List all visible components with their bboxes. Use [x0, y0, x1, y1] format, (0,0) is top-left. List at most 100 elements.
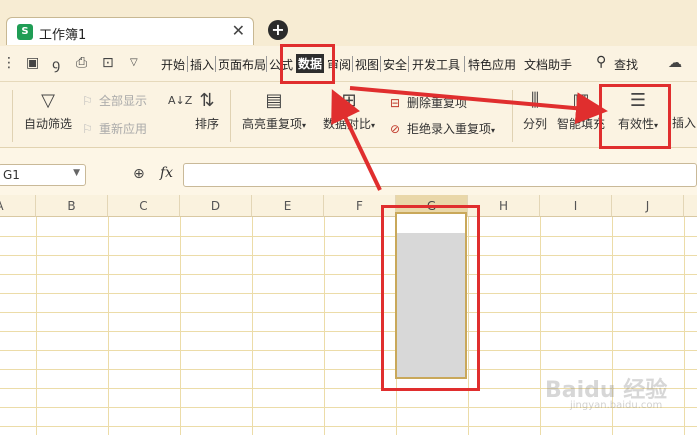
dropdown-caret: ▾: [302, 121, 307, 130]
highlight-duplicates-label: 高亮重复项: [241, 117, 302, 131]
highlight-box-selection: [381, 205, 480, 391]
sort-az-glyph: A↓Z: [168, 94, 193, 107]
menu-developer-tools[interactable]: 开发工具: [412, 56, 460, 73]
grid-horizontal-line: [0, 312, 697, 313]
tab-title: 工作簿1: [39, 28, 87, 43]
title-bar: S 工作簿1 ✕ +: [0, 0, 697, 46]
highlight-duplicates-button[interactable]: ▤ 高亮重复项▾: [238, 90, 310, 132]
name-box[interactable]: G1 ▼: [0, 164, 86, 186]
grid-vertical-line: [108, 217, 109, 435]
grid-vertical-line: [684, 217, 685, 435]
sort-az-icon[interactable]: A↓Z: [168, 90, 193, 115]
highlight-box-validity: [599, 84, 671, 149]
print-icon[interactable]: ⎙: [76, 55, 87, 71]
auto-filter-button[interactable]: ▽ 自动筛选: [22, 90, 74, 132]
menu-separator: [352, 56, 353, 72]
column-header-c[interactable]: C: [108, 195, 180, 217]
column-header-b[interactable]: B: [36, 195, 108, 217]
data-ribbon: ▽ 自动筛选 ⚐ 全部显示 ⚐ 重新应用 A↓Z ⇅ 排序 ▤ 高亮重复项▾ ⊞ 数…: [0, 82, 697, 148]
grid-vertical-line: [324, 217, 325, 435]
column-header-e[interactable]: E: [252, 195, 324, 217]
auto-filter-label: 自动筛选: [23, 117, 72, 131]
spreadsheet-icon: S: [17, 24, 33, 40]
menu-page-layout[interactable]: 页面布局: [218, 56, 266, 73]
format-painter-icon[interactable]: ꝯ: [52, 55, 60, 74]
grid-horizontal-line: [0, 274, 697, 275]
zoom-search-icon[interactable]: ⊕: [133, 166, 145, 182]
sort-label: 排序: [194, 117, 219, 131]
formula-bar: G1 ▼ ⊕ fx: [0, 158, 697, 192]
grid-horizontal-line: [0, 255, 697, 256]
reapply-label: 重新应用: [99, 122, 148, 136]
menu-toggle-icon[interactable]: ⋮: [2, 55, 16, 71]
data-compare-button[interactable]: ⊞ 数据对比▾: [318, 90, 380, 132]
print-preview-icon[interactable]: ⊡: [102, 55, 114, 71]
data-compare-label: 数据对比: [322, 117, 371, 131]
menu-separator: [380, 56, 381, 72]
grid-horizontal-line: [0, 369, 697, 370]
reject-duplicates-button[interactable]: ⊘ 拒绝录入重复项▾: [390, 120, 495, 137]
reapply-icon: ⚐: [82, 122, 93, 136]
workbook-tab[interactable]: S 工作簿1 ✕: [6, 17, 254, 45]
grid-horizontal-line: [0, 426, 697, 427]
grid-horizontal-line: [0, 236, 697, 237]
column-header-i[interactable]: I: [540, 195, 612, 217]
show-all-label: 全部显示: [99, 94, 148, 108]
insert-dropdown-button[interactable]: 插入: [672, 114, 697, 131]
show-all-button[interactable]: ⚐ 全部显示: [82, 92, 147, 109]
split-column-icon: ⫼: [530, 90, 540, 111]
save-icon[interactable]: ▣: [26, 55, 39, 71]
close-icon[interactable]: ✕: [232, 21, 245, 40]
menu-doc-assistant[interactable]: 文档助手: [524, 56, 572, 73]
reject-duplicates-icon: ⊘: [390, 122, 401, 136]
grid-vertical-line: [36, 217, 37, 435]
reject-duplicates-label: 拒绝录入重复项: [407, 122, 492, 136]
ribbon-separator: [230, 90, 231, 142]
data-compare-icon: ⊞: [341, 90, 357, 111]
grid-vertical-line: [540, 217, 541, 435]
reapply-button[interactable]: ⚐ 重新应用: [82, 120, 147, 137]
split-column-label: 分列: [522, 117, 547, 131]
menu-view[interactable]: 视图: [355, 56, 379, 73]
menu-separator: [464, 56, 465, 72]
menu-security[interactable]: 安全: [383, 56, 407, 73]
name-box-value: G1: [3, 168, 20, 182]
menu-home[interactable]: 开始: [161, 56, 185, 73]
menu-separator: [266, 56, 267, 72]
column-header-a[interactable]: A: [0, 195, 36, 217]
column-header-k[interactable]: [684, 195, 697, 217]
column-header-j[interactable]: J: [612, 195, 684, 217]
chevron-down-icon[interactable]: ▼: [73, 168, 80, 178]
add-tab-button[interactable]: +: [268, 20, 288, 40]
sort-icon: ⇅: [199, 90, 215, 111]
delete-duplicates-button[interactable]: ⊟ 删除重复项: [390, 94, 467, 111]
cloud-icon[interactable]: ☁: [668, 55, 682, 71]
sort-button[interactable]: ⇅ 排序: [190, 90, 224, 132]
grid-horizontal-line: [0, 293, 697, 294]
column-header-d[interactable]: D: [180, 195, 252, 217]
menu-insert[interactable]: 插入: [190, 56, 214, 73]
function-icon[interactable]: fx: [160, 165, 173, 181]
ribbon-separator: [12, 90, 13, 142]
highlight-box-data-tab: [280, 44, 335, 84]
smart-fill-label: 智能填充: [556, 117, 605, 131]
menu-bar: ⋮ ▣ ꝯ ⎙ ⊡ ▽ 开始 插入 页面布局 公式 数据 审阅 视图 安全 开发…: [0, 46, 697, 82]
insert-dropdown-label: 插入: [672, 116, 697, 130]
menu-separator: [187, 56, 188, 72]
menu-featured-apps[interactable]: 特色应用: [468, 56, 516, 73]
search-icon[interactable]: ⚲: [596, 54, 606, 70]
menu-separator: [408, 56, 409, 72]
formula-input[interactable]: [183, 163, 697, 187]
ribbon-separator: [512, 90, 513, 142]
grid-horizontal-line: [0, 331, 697, 332]
highlight-duplicates-icon: ▤: [265, 90, 283, 111]
quick-access-dropdown-icon[interactable]: ▽: [130, 57, 138, 68]
split-column-button[interactable]: ⫼ 分列: [520, 90, 550, 132]
delete-duplicates-icon: ⊟: [390, 96, 401, 110]
show-all-icon: ⚐: [82, 94, 93, 108]
search-button[interactable]: 查找: [614, 56, 638, 73]
watermark-url: jingyan.baidu.com: [570, 400, 663, 411]
dropdown-caret: ▾: [371, 121, 376, 130]
grid-horizontal-line: [0, 350, 697, 351]
menu-separator: [215, 56, 216, 72]
